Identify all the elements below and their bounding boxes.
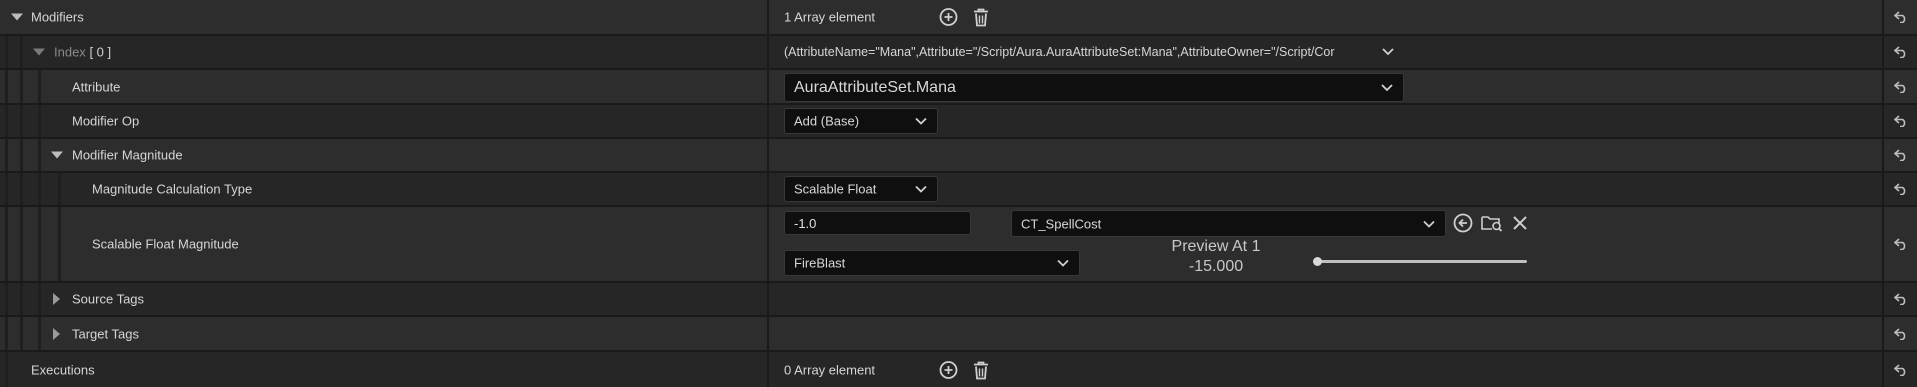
scalable-float-value-input[interactable] xyxy=(784,211,971,235)
modifiers-expand-arrow[interactable] xyxy=(11,13,23,21)
reset-to-default-icon[interactable] xyxy=(1882,173,1917,205)
modifiers-row: Modifiers 1 Array element xyxy=(0,0,1917,36)
browse-folder-icon[interactable] xyxy=(1481,214,1503,232)
scalable-float-label: Scalable Float Magnitude xyxy=(92,236,239,252)
reset-to-default-icon[interactable] xyxy=(1882,283,1917,315)
executions-array-count: 0 Array element xyxy=(784,362,876,377)
source-tags-row: Source Tags xyxy=(0,283,1917,317)
curve-table-dropdown[interactable]: CT_SpellCost xyxy=(1011,210,1446,237)
clear-icon[interactable] xyxy=(1513,216,1527,230)
modifiers-array-count: 1 Array element xyxy=(784,9,876,25)
details-panel: Modifiers 1 Array element Index [ 0 ] (A… xyxy=(0,0,1917,387)
magnitude-calc-type-value: Scalable Float xyxy=(794,181,877,197)
modifier-op-value: Add (Base) xyxy=(794,113,860,129)
preview-value: -15.000 xyxy=(1188,258,1244,275)
use-selected-icon[interactable] xyxy=(1453,213,1473,233)
reset-to-default-icon[interactable] xyxy=(1882,139,1917,171)
scalable-float-row: Scalable Float Magnitude CT_SpellCost Fi… xyxy=(0,207,1917,283)
chevron-down-icon xyxy=(915,182,927,197)
reset-to-default-icon[interactable] xyxy=(1882,317,1917,350)
modifier-op-label: Modifier Op xyxy=(72,113,140,129)
modifier-op-row: Modifier Op Add (Base) xyxy=(0,105,1917,139)
attribute-value: AuraAttributeSet.Mana xyxy=(794,78,956,96)
reset-to-default-icon[interactable] xyxy=(1882,70,1917,103)
row-name-value: FireBlast xyxy=(794,255,846,271)
modifiers-label: Modifiers xyxy=(31,9,84,25)
trash-icon[interactable] xyxy=(973,360,989,379)
attribute-label: Attribute xyxy=(72,79,121,94)
chevron-down-icon xyxy=(1381,79,1393,97)
attribute-dropdown[interactable]: AuraAttributeSet.Mana xyxy=(784,73,1404,102)
reset-to-default-icon[interactable] xyxy=(1882,352,1917,387)
target-tags-expand-arrow[interactable] xyxy=(53,327,60,340)
reset-to-default-icon[interactable] xyxy=(1882,0,1917,34)
row-name-dropdown[interactable]: FireBlast xyxy=(784,250,1080,276)
modifier-magnitude-expand-arrow[interactable] xyxy=(51,151,63,159)
chevron-down-icon[interactable] xyxy=(1382,48,1394,56)
preview-slider-thumb[interactable] xyxy=(1313,257,1322,266)
target-tags-label: Target Tags xyxy=(72,326,139,341)
chevron-down-icon xyxy=(1423,216,1435,231)
reset-to-default-icon[interactable] xyxy=(1882,207,1917,281)
attribute-row: Attribute AuraAttributeSet.Mana xyxy=(0,70,1917,105)
index-label: Index [ 0 ] xyxy=(54,44,112,60)
index-value-text: (AttributeName="Mana",Attribute="/Script… xyxy=(784,45,1335,59)
source-tags-label: Source Tags xyxy=(72,291,145,307)
modifier-magnitude-label: Modifier Magnitude xyxy=(72,147,183,163)
chevron-down-icon xyxy=(1057,256,1069,271)
magnitude-calc-type-row: Magnitude Calculation Type Scalable Floa… xyxy=(0,173,1917,207)
preview-slider-track[interactable] xyxy=(1317,260,1527,263)
reset-to-default-icon[interactable] xyxy=(1882,105,1917,137)
magnitude-calc-type-dropdown[interactable]: Scalable Float xyxy=(784,176,938,202)
modifier-op-dropdown[interactable]: Add (Base) xyxy=(784,108,938,134)
index-row: Index [ 0 ] (AttributeName="Mana",Attrib… xyxy=(0,36,1917,70)
executions-label: Executions xyxy=(31,362,95,377)
executions-row: Executions 0 Array element xyxy=(0,352,1917,387)
magnitude-calc-type-label: Magnitude Calculation Type xyxy=(92,181,253,197)
add-element-icon[interactable] xyxy=(939,360,958,379)
index-expand-arrow[interactable] xyxy=(33,48,45,56)
trash-icon[interactable] xyxy=(973,8,989,27)
curve-table-value: CT_SpellCost xyxy=(1021,216,1102,231)
chevron-down-icon xyxy=(915,114,927,129)
add-element-icon[interactable] xyxy=(939,8,958,27)
target-tags-row: Target Tags xyxy=(0,317,1917,352)
reset-to-default-icon[interactable] xyxy=(1882,36,1917,68)
preview-title: Preview At 1 xyxy=(1171,238,1261,255)
source-tags-expand-arrow[interactable] xyxy=(53,293,60,305)
modifier-magnitude-row: Modifier Magnitude xyxy=(0,139,1917,173)
